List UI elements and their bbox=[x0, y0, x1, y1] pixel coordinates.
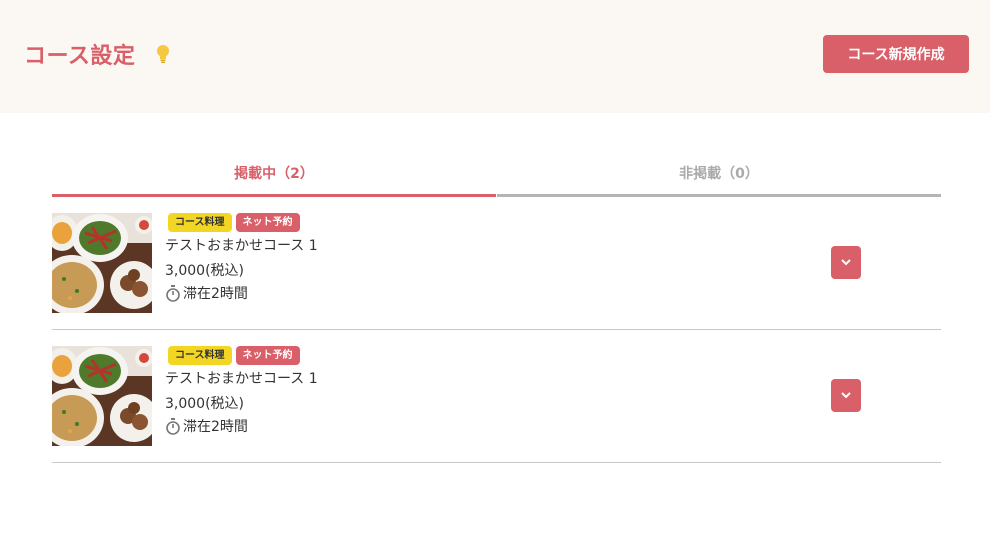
timer-icon bbox=[166, 418, 180, 435]
page-header: コース設定 コース新規作成 bbox=[0, 0, 990, 113]
expand-button[interactable] bbox=[831, 246, 861, 279]
tab-published[interactable]: 掲載中（2） bbox=[52, 160, 496, 197]
course-row: コース料理 ネット予約 テストおまかせコース 1 3,000(税込) 滞在2時間 bbox=[52, 346, 941, 463]
badge-net-reservation: ネット予約 bbox=[235, 346, 300, 365]
course-price: 3,000(税込) bbox=[165, 263, 245, 279]
tab-bar: 掲載中（2） 非掲載（0） bbox=[52, 160, 941, 197]
expand-button[interactable] bbox=[831, 379, 861, 412]
course-name: テストおまかせコース 1 bbox=[165, 238, 318, 254]
badge-course-meal: コース料理 bbox=[168, 346, 232, 365]
course-row: コース料理 ネット予約 テストおまかせコース 1 3,000(税込) 滞在2時間 bbox=[52, 213, 941, 330]
timer-icon bbox=[166, 285, 180, 302]
page-title: コース設定 bbox=[24, 44, 136, 69]
chevron-down-icon bbox=[841, 259, 851, 266]
tab-unpublished[interactable]: 非掲載（0） bbox=[497, 160, 941, 197]
course-badges: コース料理 ネット予約 bbox=[168, 213, 304, 232]
stay-text: 滞在2時間 bbox=[183, 419, 248, 435]
lightbulb-icon[interactable] bbox=[156, 44, 170, 64]
new-course-button[interactable]: コース新規作成 bbox=[823, 35, 969, 73]
badge-course-meal: コース料理 bbox=[168, 213, 232, 232]
stay-text: 滞在2時間 bbox=[183, 286, 248, 302]
course-thumbnail bbox=[52, 213, 152, 313]
badge-net-reservation: ネット予約 bbox=[235, 213, 300, 232]
course-name: テストおまかせコース 1 bbox=[165, 371, 318, 387]
course-badges: コース料理 ネット予約 bbox=[168, 346, 304, 365]
chevron-down-icon bbox=[841, 392, 851, 399]
course-price: 3,000(税込) bbox=[165, 396, 245, 412]
course-thumbnail bbox=[52, 346, 152, 446]
